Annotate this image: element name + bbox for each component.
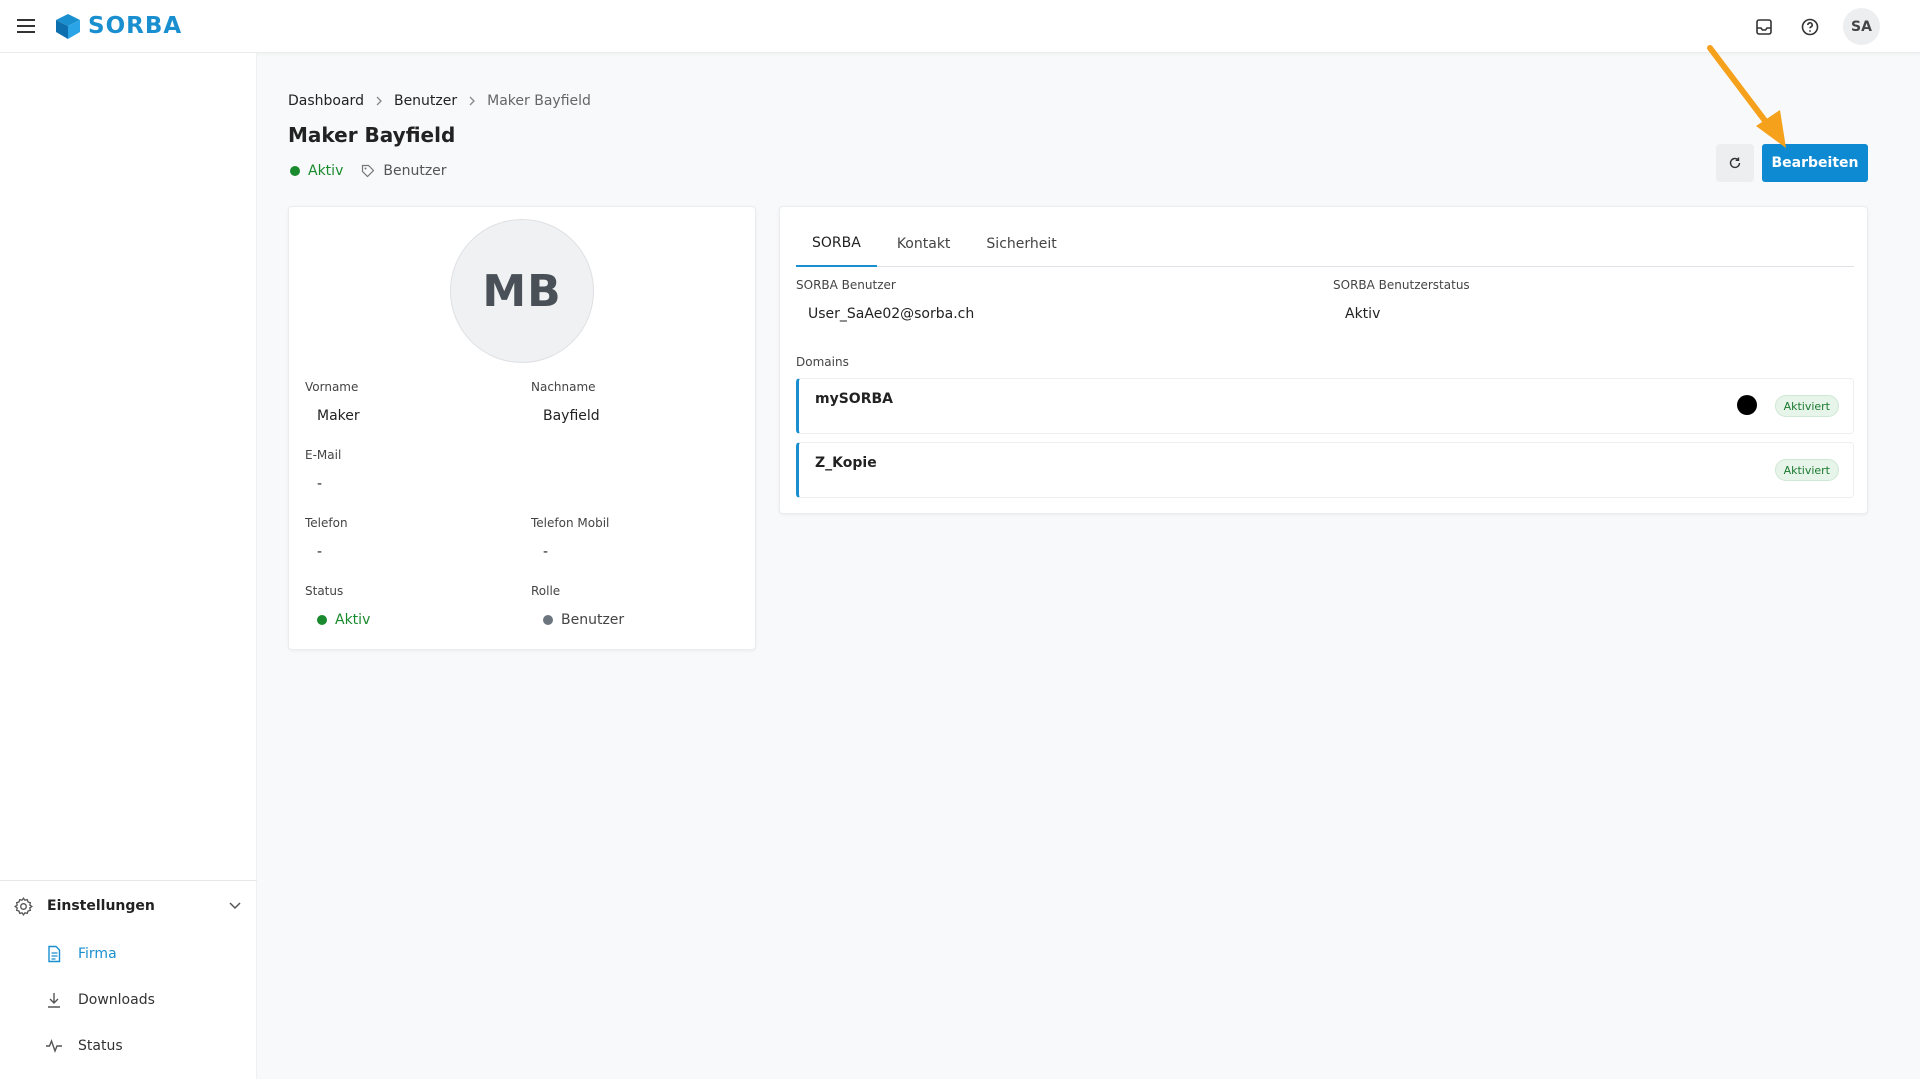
field-email: E-Mail - [305, 448, 341, 492]
status-badge: Aktiviert [1774, 459, 1839, 481]
user-avatar[interactable]: SA [1843, 8, 1880, 45]
sidebar-settings-toggle[interactable]: Einstellungen [0, 881, 257, 931]
chevron-right-icon [467, 96, 477, 106]
field-label: SORBA Benutzer [796, 278, 896, 292]
sidebar-settings-section: Einstellungen Firma Downloads Status [0, 880, 257, 1069]
field-label: Telefon [305, 516, 348, 530]
field-sorba-status: SORBA Benutzerstatus Aktiv [1333, 278, 1470, 322]
status-value: Aktiv [335, 612, 371, 628]
sorba-logo[interactable]: SORBA [54, 11, 182, 41]
domains-label: Domains [796, 355, 849, 369]
breadcrumb-benutzer[interactable]: Benutzer [394, 93, 457, 109]
gear-icon [14, 896, 33, 916]
field-label: Status [305, 584, 344, 598]
field-value: - [317, 544, 323, 560]
domain-color-dot [1737, 395, 1757, 415]
breadcrumb-dashboard[interactable]: Dashboard [288, 93, 364, 109]
sidebar-item-status[interactable]: Status [0, 1023, 257, 1069]
domain-row-mysorba[interactable]: mySORBA Aktiviert [796, 378, 1854, 434]
field-value: Aktiv [1345, 306, 1381, 322]
domain-row-z-kopie[interactable]: Z_Kopie Aktiviert [796, 442, 1854, 498]
breadcrumb-current: Maker Bayfield [487, 93, 591, 109]
user-meta: Aktiv Benutzer [290, 163, 447, 179]
sidebar-settings-label: Einstellungen [47, 898, 155, 914]
field-value: Bayfield [543, 408, 600, 424]
annotation-arrow-icon [1707, 45, 1786, 148]
download-icon [48, 993, 60, 1008]
inbox-icon[interactable] [1751, 14, 1777, 40]
sidebar-item-label: Status [78, 1038, 123, 1054]
field-label: Telefon Mobil [531, 516, 610, 530]
role-tag: Benutzer [383, 163, 447, 179]
field-label: E-Mail [305, 448, 342, 462]
logo-text: SORBA [88, 13, 183, 39]
top-bar: SORBA SA [0, 0, 1920, 53]
breadcrumb: Dashboard Benutzer Maker Bayfield [288, 93, 591, 109]
sidebar: Einstellungen Firma Downloads Status [0, 53, 257, 1079]
tab-kontakt[interactable]: Kontakt [881, 221, 967, 267]
status-badge: Aktiviert [1774, 395, 1839, 417]
field-value: Benutzer [531, 612, 624, 628]
field-sorba-user: SORBA Benutzer User_SaAe02@sorba.ch [796, 278, 974, 322]
field-value: User_SaAe02@sorba.ch [808, 306, 975, 322]
field-label: Nachname [531, 380, 596, 394]
field-value: Maker [317, 408, 360, 424]
field-value: - [543, 544, 549, 560]
sidebar-item-downloads[interactable]: Downloads [0, 977, 257, 1023]
tab-sorba[interactable]: SORBA [796, 221, 877, 267]
status-dot [290, 166, 300, 176]
help-icon[interactable] [1797, 14, 1823, 40]
tag-icon [362, 164, 375, 178]
tab-sicherheit[interactable]: Sicherheit [970, 221, 1072, 267]
hamburger-menu-icon[interactable] [14, 14, 38, 38]
cube-logo-icon [56, 14, 80, 39]
domain-name: mySORBA [815, 391, 893, 407]
activity-icon [46, 1039, 62, 1053]
profile-avatar: MB [450, 219, 594, 363]
field-telefon-mobil: Telefon Mobil - [531, 516, 609, 560]
details-card: SORBA Kontakt Sicherheit SORBA Benutzer … [779, 206, 1868, 514]
page-title: Maker Bayfield [288, 123, 456, 147]
document-icon [48, 945, 61, 963]
field-telefon: Telefon - [305, 516, 348, 560]
field-value: - [317, 476, 323, 492]
field-vorname: Vorname Maker [305, 380, 360, 424]
role-dot [543, 615, 553, 625]
profile-card: MB Vorname Maker Nachname Bayfield E-Mai… [288, 206, 756, 650]
status-badge: Aktiv [308, 163, 344, 179]
details-tabs: SORBA Kontakt Sicherheit [796, 221, 1854, 267]
status-dot [317, 615, 327, 625]
refresh-icon [1729, 157, 1741, 169]
field-rolle: Rolle Benutzer [531, 584, 624, 628]
sidebar-item-label: Downloads [78, 992, 155, 1008]
field-label: SORBA Benutzerstatus [1333, 278, 1470, 292]
field-status: Status Aktiv [305, 584, 370, 628]
field-label: Rolle [531, 584, 561, 598]
sidebar-item-label: Firma [78, 946, 117, 962]
field-nachname: Nachname Bayfield [531, 380, 600, 424]
sidebar-item-firma[interactable]: Firma [0, 931, 257, 977]
chevron-down-icon [229, 902, 241, 910]
role-value: Benutzer [561, 612, 625, 628]
domain-name: Z_Kopie [815, 455, 877, 471]
field-label: Vorname [305, 380, 359, 394]
field-value: Aktiv [305, 612, 370, 628]
chevron-right-icon [374, 96, 384, 106]
